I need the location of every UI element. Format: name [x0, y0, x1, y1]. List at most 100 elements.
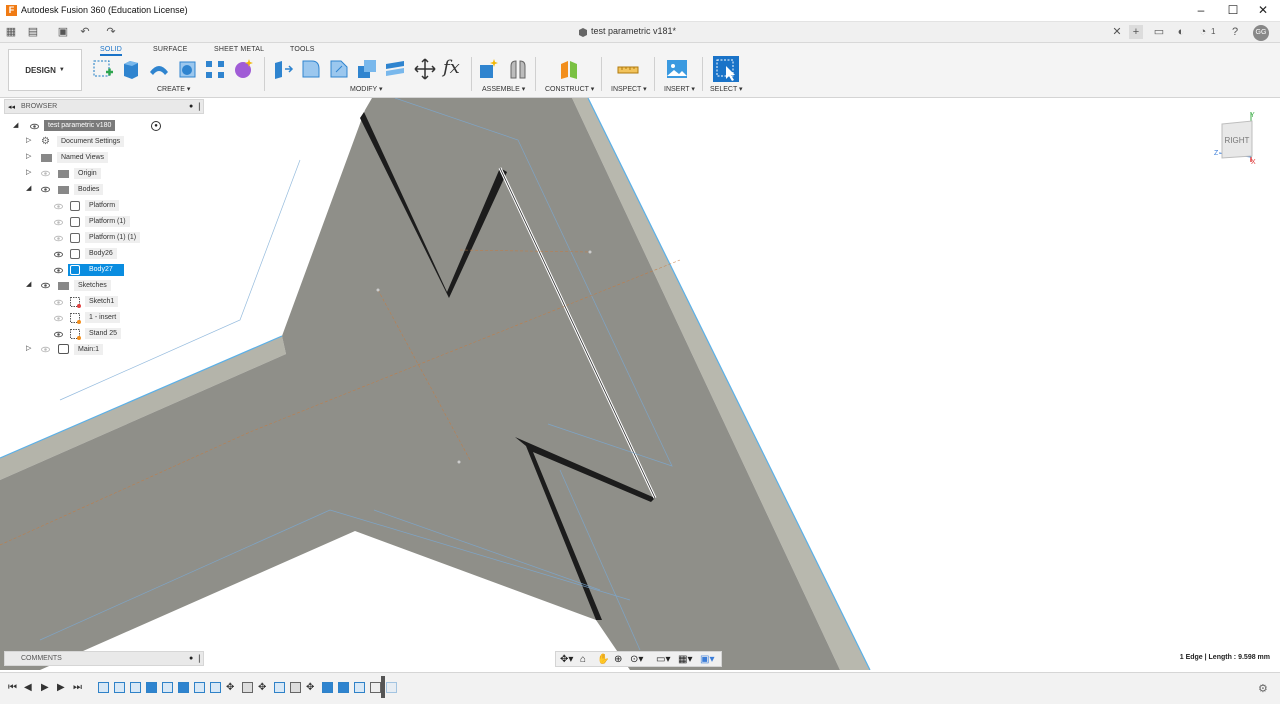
change-parameters-icon[interactable]: fx: [443, 58, 465, 80]
timeline-move-feature-icon[interactable]: ✥: [258, 682, 266, 693]
shell-icon[interactable]: [356, 58, 378, 80]
sketch-item[interactable]: Sketch1: [52, 296, 148, 308]
save-icon[interactable]: ▣: [56, 25, 70, 39]
joint-icon[interactable]: [507, 58, 529, 80]
look-at-icon[interactable]: ⌂: [580, 654, 586, 665]
tab-sheet-metal[interactable]: SHEET METAL: [214, 46, 264, 53]
press-pull-icon[interactable]: [272, 58, 294, 80]
browser-root-item[interactable]: test parametric v180: [44, 120, 116, 132]
timeline-step-back-icon[interactable]: ◀: [24, 682, 32, 693]
visibility-eye-icon[interactable]: [54, 202, 63, 211]
move-copy-icon[interactable]: [414, 58, 436, 80]
fillet-icon[interactable]: [300, 58, 322, 80]
visibility-eye-icon[interactable]: [54, 298, 63, 307]
timeline-sketch-feature[interactable]: [210, 682, 221, 693]
redo-icon[interactable]: ↷: [104, 25, 118, 39]
chamfer-icon[interactable]: [328, 58, 350, 80]
learning-icon[interactable]: ◐: [1174, 25, 1188, 39]
new-tab-icon[interactable]: +: [1129, 25, 1143, 39]
sketch-item[interactable]: 1 - insert: [52, 312, 148, 324]
visibility-eye-icon[interactable]: [54, 314, 63, 323]
timeline-sketch-feature[interactable]: [130, 682, 141, 693]
file-menu-icon[interactable]: ▤: [26, 25, 40, 39]
panel-resize-icon[interactable]: ▏: [199, 655, 204, 663]
body-item[interactable]: Body26: [52, 248, 148, 260]
viewports-icon[interactable]: ▣▾: [700, 654, 714, 665]
job-status-icon[interactable]: ◔: [1196, 25, 1210, 39]
extrude-icon[interactable]: [120, 58, 142, 80]
timeline-extrude-feature[interactable]: [146, 682, 157, 693]
timeline-sketch-feature[interactable]: [194, 682, 205, 693]
timeline-extrude-feature[interactable]: [114, 682, 125, 693]
undo-icon[interactable]: ↶: [78, 25, 92, 39]
expand-triangle-icon[interactable]: ◢: [26, 184, 34, 196]
timeline-end-icon[interactable]: ⏭: [73, 682, 82, 693]
timeline-extrude-feature[interactable]: [338, 682, 349, 693]
close-tab-icon[interactable]: ✕: [1110, 25, 1124, 39]
expand-triangle-icon[interactable]: ▷: [26, 168, 34, 180]
expand-triangle-icon[interactable]: ◢: [13, 121, 21, 133]
combine-icon[interactable]: [384, 58, 406, 80]
browser-item-origin[interactable]: Origin: [74, 168, 101, 179]
select-icon[interactable]: [713, 56, 739, 82]
tab-surface[interactable]: SURFACE: [153, 46, 187, 53]
timeline-extrude-feature[interactable]: [322, 682, 333, 693]
close-window-button[interactable]: ✕: [1254, 3, 1272, 17]
browser-header[interactable]: ◂◂ BROWSER ● ▏: [4, 99, 204, 114]
timeline-sketch-feature[interactable]: [162, 682, 173, 693]
revolve-icon[interactable]: [148, 58, 170, 80]
pattern-icon[interactable]: [204, 58, 226, 80]
collapse-panel-icon[interactable]: ◂◂: [8, 103, 15, 111]
browser-item-document-settings[interactable]: Document Settings: [57, 136, 125, 147]
timeline-move-feature-icon[interactable]: ✥: [306, 682, 314, 693]
visibility-eye-icon[interactable]: [54, 234, 63, 243]
expand-triangle-icon[interactable]: ▷: [26, 344, 34, 356]
body-item[interactable]: Platform (1) (1): [52, 232, 148, 244]
timeline-play-icon[interactable]: ▶: [41, 682, 49, 693]
tab-tools[interactable]: TOOLS: [290, 46, 315, 53]
panel-resize-icon[interactable]: ▏: [199, 103, 204, 111]
timeline-settings-gear-icon[interactable]: ⚙: [1258, 682, 1268, 695]
comments-panel[interactable]: COMMENTS ● ▏: [4, 651, 204, 666]
group-label-assemble[interactable]: ASSEMBLE ▾: [482, 85, 525, 93]
create-form-icon[interactable]: [232, 58, 254, 80]
body-item[interactable]: Platform (1): [52, 216, 148, 228]
visibility-eye-icon[interactable]: [41, 345, 50, 354]
activate-radio-icon[interactable]: ●: [151, 121, 161, 131]
visibility-eye-icon[interactable]: [41, 169, 50, 178]
grid-settings-icon[interactable]: ▦▾: [678, 654, 692, 665]
group-label-modify[interactable]: MODIFY ▾: [350, 85, 383, 93]
view-cube[interactable]: RIGHT Y Z X: [1214, 110, 1258, 166]
insert-image-icon[interactable]: [666, 58, 688, 80]
workspace-switcher[interactable]: DESIGN ▼: [8, 49, 82, 91]
timeline-joint-feature[interactable]: [290, 682, 301, 693]
visibility-eye-icon[interactable]: [41, 185, 50, 194]
group-label-construct[interactable]: CONSTRUCT ▾: [545, 85, 594, 93]
expand-triangle-icon[interactable]: ▷: [26, 152, 34, 164]
group-label-select[interactable]: SELECT ▾: [710, 85, 743, 93]
visibility-eye-icon[interactable]: [54, 218, 63, 227]
sketch-point[interactable]: [457, 460, 461, 464]
group-label-insert[interactable]: INSERT ▾: [664, 85, 695, 93]
visibility-eye-icon[interactable]: [30, 122, 39, 131]
zoom-icon[interactable]: ⊕: [614, 654, 622, 665]
timeline-joint-feature[interactable]: [242, 682, 253, 693]
data-panel-grid-icon[interactable]: ▦: [4, 25, 18, 39]
extensions-icon[interactable]: ▭: [1152, 25, 1166, 39]
timeline-sketch-feature[interactable]: [354, 682, 365, 693]
visibility-eye-icon[interactable]: [41, 281, 50, 290]
browser-item-sketches[interactable]: Sketches: [74, 280, 111, 291]
visibility-eye-icon[interactable]: [54, 330, 63, 339]
add-comment-icon[interactable]: ●: [189, 655, 193, 662]
browser-item-main[interactable]: Main:1: [74, 344, 104, 355]
visibility-eye-icon[interactable]: [54, 266, 63, 275]
group-label-inspect[interactable]: INSPECT ▾: [611, 85, 647, 93]
document-tab-label[interactable]: test parametric v181*: [591, 26, 676, 36]
browser-item-bodies[interactable]: Bodies: [74, 184, 104, 195]
browser-item-named-views[interactable]: Named Views: [57, 152, 109, 163]
body-item-selected[interactable]: Body27: [52, 264, 148, 276]
timeline-start-icon[interactable]: ⏮: [8, 682, 17, 693]
display-settings-icon[interactable]: ▭▾: [656, 654, 670, 665]
measure-icon[interactable]: [617, 58, 639, 80]
timeline-extrude-feature[interactable]: [178, 682, 189, 693]
